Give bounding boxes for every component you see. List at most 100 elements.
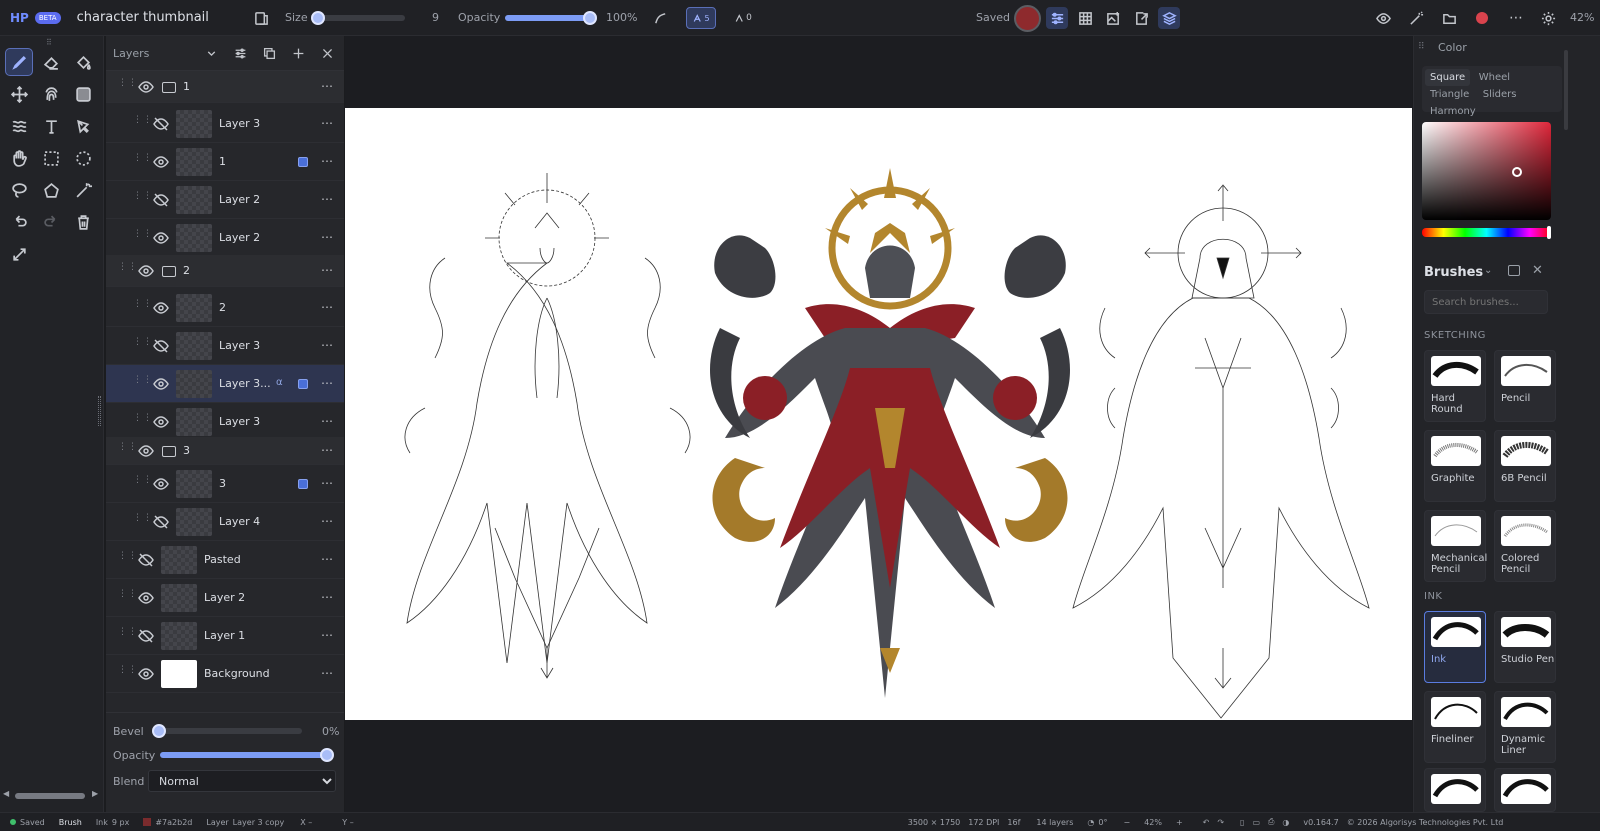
- drag-handle-icon[interactable]: ⋮⋮: [133, 230, 152, 244]
- hidden-eye-icon[interactable]: [153, 192, 169, 208]
- clipping-mask-icon[interactable]: [298, 157, 308, 167]
- app-logo[interactable]: HP: [10, 11, 29, 25]
- right-panel-scrollbar[interactable]: [1564, 50, 1568, 130]
- magic-select-icon[interactable]: [69, 176, 97, 204]
- layer-more-icon[interactable]: ⋯: [321, 628, 334, 642]
- saturation-value-square[interactable]: [1422, 122, 1551, 220]
- brush-tile-6b-pencil[interactable]: 6B Pencil: [1494, 430, 1556, 502]
- hidden-eye-icon[interactable]: [153, 338, 169, 354]
- layer-row[interactable]: ⋮⋮ Layer 2 ⋯: [106, 219, 344, 257]
- layer-more-icon[interactable]: ⋯: [321, 154, 334, 168]
- drag-handle-icon[interactable]: ⋮⋮: [118, 666, 137, 680]
- gradient-tool-icon[interactable]: [69, 80, 97, 108]
- layer-more-icon[interactable]: ⋯: [321, 443, 334, 457]
- opacity-slider[interactable]: [505, 11, 597, 25]
- brushes-chevron-down-icon[interactable]: ⌄: [1484, 265, 1492, 276]
- brush-tile-colored-pencil[interactable]: Colored Pencil: [1494, 510, 1556, 582]
- tab-harmony[interactable]: Harmony: [1425, 103, 1481, 120]
- text-tool-icon[interactable]: [37, 112, 65, 140]
- layer-row[interactable]: ⋮⋮ Layer 3 ⋯: [106, 403, 344, 441]
- brush-tile-partial-2[interactable]: [1494, 768, 1556, 812]
- alpha-lock-icon[interactable]: α: [276, 377, 283, 388]
- layer-row[interactable]: ⋮⋮ Layer 3... α ⋯: [106, 365, 344, 403]
- layer-more-icon[interactable]: ⋯: [321, 666, 334, 680]
- printer-icon[interactable]: ⎙: [1268, 817, 1274, 827]
- add-layer-icon[interactable]: [286, 41, 310, 65]
- close-icon[interactable]: [315, 41, 339, 65]
- layer-more-icon[interactable]: ⋯: [321, 414, 334, 428]
- layer-row[interactable]: ⋮⋮ 1 ⋯: [106, 143, 344, 181]
- brush-tile-pencil[interactable]: Pencil: [1494, 350, 1556, 422]
- rect-select-icon[interactable]: [37, 144, 65, 172]
- undo-icon[interactable]: [5, 208, 33, 236]
- brush-tile-partial[interactable]: [1424, 768, 1486, 812]
- visibility-eye-icon[interactable]: [153, 414, 169, 430]
- drag-handle-icon[interactable]: ⋮⋮: [133, 414, 152, 428]
- search-brushes-input[interactable]: [1424, 290, 1548, 314]
- fit-icon[interactable]: ▯: [1240, 818, 1244, 827]
- tab-square[interactable]: Square: [1425, 69, 1471, 86]
- settings-gear-icon[interactable]: [1537, 7, 1559, 29]
- layer-more-icon[interactable]: ⋯: [321, 514, 334, 528]
- tab-triangle[interactable]: Triangle: [1425, 86, 1474, 103]
- horizontal-scrollbar[interactable]: ◀ ▶: [0, 788, 104, 804]
- rotation-icon[interactable]: ◔: [1087, 818, 1094, 827]
- eye-icon[interactable]: [1372, 7, 1394, 29]
- layer-row[interactable]: ⋮⋮ 3 ⋯: [106, 465, 344, 503]
- brush-tool-icon[interactable]: [5, 48, 33, 76]
- drag-handle-icon[interactable]: ⋮⋮: [133, 116, 152, 130]
- layer-opacity-slider[interactable]: [160, 748, 334, 762]
- drag-handle-icon[interactable]: ⋮⋮: [118, 552, 137, 566]
- layer-more-icon[interactable]: ⋯: [321, 263, 334, 277]
- tab-sliders[interactable]: Sliders: [1478, 86, 1522, 103]
- layer-more-icon[interactable]: ⋯: [321, 116, 334, 130]
- layer-more-icon[interactable]: ⋯: [321, 230, 334, 244]
- drag-handle-icon[interactable]: ⋮⋮: [118, 443, 137, 457]
- pressure-button[interactable]: 0: [728, 7, 758, 29]
- curve-icon[interactable]: [649, 7, 671, 29]
- adjustments-icon[interactable]: [1046, 7, 1068, 29]
- layer-more-icon[interactable]: ⋯: [321, 376, 334, 390]
- layer-group-row[interactable]: ⋮⋮ 1 ⋯: [106, 71, 344, 103]
- layer-row[interactable]: ⋮⋮ Background ⋯: [106, 655, 344, 693]
- canvas-size-icon[interactable]: [250, 7, 272, 29]
- panel-icon[interactable]: ▭: [1252, 818, 1260, 827]
- layer-row[interactable]: ⋮⋮ Layer 1 ⋯: [106, 617, 344, 655]
- layer-more-icon[interactable]: ⋯: [321, 192, 334, 206]
- layer-more-icon[interactable]: ⋯: [321, 552, 334, 566]
- layer-group-row[interactable]: ⋮⋮ 3 ⋯: [106, 437, 344, 465]
- image-import-icon[interactable]: [1102, 7, 1124, 29]
- layer-row[interactable]: ⋮⋮ Layer 2 ⋯: [106, 579, 344, 617]
- brush-tile-graphite[interactable]: Graphite: [1424, 430, 1486, 502]
- visibility-eye-icon[interactable]: [153, 230, 169, 246]
- visibility-eye-icon[interactable]: [138, 263, 154, 279]
- bevel-slider[interactable]: [152, 724, 302, 738]
- layer-group-row[interactable]: ⋮⋮ 2 ⋯: [106, 255, 344, 287]
- trash-icon[interactable]: [69, 208, 97, 236]
- record-icon[interactable]: [1476, 12, 1488, 24]
- drag-handle-icon[interactable]: ⋮⋮: [133, 476, 152, 490]
- layer-row[interactable]: ⋮⋮ Layer 2 ⋯: [106, 181, 344, 219]
- eraser-tool-icon[interactable]: [37, 48, 65, 76]
- move-tool-icon[interactable]: [5, 80, 33, 108]
- smudge-fingerprint-icon[interactable]: [37, 80, 65, 108]
- hidden-eye-icon[interactable]: [138, 552, 154, 568]
- hidden-eye-icon[interactable]: [153, 514, 169, 530]
- visibility-eye-icon[interactable]: [153, 476, 169, 492]
- grid-icon[interactable]: [1074, 7, 1096, 29]
- layer-settings-icon[interactable]: [228, 41, 252, 65]
- panel-resize-handle[interactable]: [98, 396, 101, 426]
- visibility-eye-icon[interactable]: [138, 666, 154, 682]
- zoom-out-icon[interactable]: −: [1123, 818, 1130, 827]
- liquify-waves-icon[interactable]: [5, 112, 33, 140]
- blend-mode-select[interactable]: Normal: [148, 770, 336, 792]
- layer-row[interactable]: ⋮⋮ Layer 3 ⋯: [106, 105, 344, 143]
- layer-more-icon[interactable]: ⋯: [321, 338, 334, 352]
- drag-handle-icon[interactable]: ⋮⋮: [133, 514, 152, 528]
- brush-tile-dynamic-liner[interactable]: Dynamic Liner: [1494, 691, 1556, 763]
- drag-handle-icon[interactable]: ⋮⋮: [118, 79, 137, 93]
- export-icon[interactable]: [1130, 7, 1152, 29]
- drag-handle-icon[interactable]: ⋮⋮: [133, 300, 152, 314]
- tab-wheel[interactable]: Wheel: [1474, 69, 1515, 86]
- primary-color-swatch[interactable]: [1014, 5, 1041, 32]
